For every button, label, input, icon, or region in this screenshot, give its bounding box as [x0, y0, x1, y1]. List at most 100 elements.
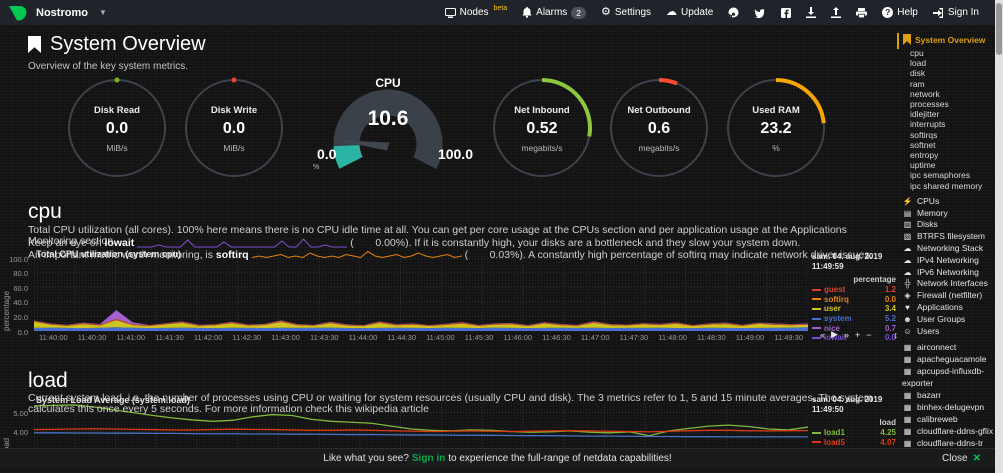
pan-right-icon[interactable]: » [844, 330, 849, 340]
sidebar-item-network-interfaces[interactable]: ╬Network Interfaces [897, 278, 994, 290]
legend-row-load1[interactable]: load14.25 [812, 428, 896, 438]
xtick-label: 11:47:00 [576, 333, 615, 342]
gauge-value: 0.0 [182, 120, 286, 138]
zoom-out-icon[interactable]: − [866, 330, 871, 340]
download-icon [806, 7, 816, 18]
sidebar-item-label: Memory [917, 208, 948, 220]
sidebar-item-ipv6-networking[interactable]: ☁IPv6 Networking [897, 267, 994, 279]
gauge-used-ram[interactable]: Used RAM 23.2 % [724, 76, 828, 180]
gauge-unit: % [724, 143, 828, 153]
update-button[interactable]: ☁ Update [666, 7, 713, 18]
sidebar-item-applications[interactable]: ♥Applications [897, 302, 994, 314]
sidebar-item-processes[interactable]: processes [897, 99, 994, 109]
legend-row-user[interactable]: user3.4 [812, 304, 896, 314]
legend-series-value: 0.0 [885, 295, 896, 304]
sidebar-item-idlejitter[interactable]: idlejitter [897, 109, 994, 119]
nodes-button[interactable]: Nodesbeta [445, 7, 508, 18]
sidebar-item-uptime[interactable]: uptime [897, 160, 994, 170]
sidebar-item-binhex-delugevpn[interactable]: ▦binhex-delugevpn [897, 402, 994, 414]
sidebar-item-label: Network Interfaces [917, 278, 988, 290]
cpu-chart-plot[interactable] [34, 258, 808, 331]
legend-row-load5[interactable]: load54.07 [812, 438, 896, 448]
section-heading-cpu: cpu [28, 200, 62, 224]
gauge-cpu[interactable]: CPU 10.6 0.0 100.0 % [299, 76, 477, 180]
sidebar-item-apacheguacamole[interactable]: ▦apacheguacamole [897, 354, 994, 366]
sidebar-item-system-overview[interactable]: System Overview [897, 28, 994, 48]
legend-row-guest[interactable]: guest1.2 [812, 285, 896, 295]
gauge-disk-read[interactable]: Disk Read 0.0 MiB/s [65, 76, 169, 180]
zoom-in-icon[interactable]: + [855, 330, 860, 340]
help-button[interactable]: ? Help [882, 7, 918, 18]
export-button[interactable] [831, 7, 841, 18]
sidebar-item-entropy[interactable]: entropy [897, 150, 994, 160]
gauge-value: 0.52 [490, 120, 594, 138]
gauge-disk-write[interactable]: Disk Write 0.0 MiB/s [182, 76, 286, 180]
sidebar-item-ram[interactable]: ram [897, 79, 994, 89]
legend-swatch [812, 318, 821, 320]
legend-row-system[interactable]: system5.2 [812, 314, 896, 324]
sidebar-item-airconnect[interactable]: ▦airconnect [897, 342, 994, 354]
grid-icon: ▦ [902, 402, 913, 414]
settings-label: Settings [615, 7, 651, 18]
sidebar-item-apcupsd-influxdb-exporter[interactable]: ▦apcupsd-influxdb-exporter [897, 366, 994, 390]
legend-series-name: user [824, 304, 841, 313]
sidebar-item-disks[interactable]: ▥Disks [897, 219, 994, 231]
softirq-sparkline-chart[interactable] [252, 249, 462, 260]
sidebar-item-load[interactable]: load [897, 58, 994, 68]
sidebar-item-users[interactable]: ☺Users [897, 326, 994, 338]
sidebar-item-ipv4-networking[interactable]: ☁IPv4 Networking [897, 255, 994, 267]
sidebar-item-disk[interactable]: disk [897, 68, 994, 78]
sidebar-item-cpu[interactable]: cpu [897, 48, 994, 58]
sidebar-item-firewall-netfilter-[interactable]: ◈Firewall (netfilter) [897, 290, 994, 302]
sidebar-item-btrfs-filesystem[interactable]: ▧BTRFS filesystem [897, 231, 994, 243]
sidebar-item-interrupts[interactable]: interrupts [897, 119, 994, 129]
legend-swatch [812, 289, 821, 291]
page-scrollbar[interactable] [995, 0, 1003, 473]
ytick-label: 4.00 [13, 428, 28, 437]
sidebar-item-label: Disks [917, 219, 938, 231]
legend-date: sam. 04. aug. 2019 [812, 252, 896, 262]
github-button[interactable] [728, 7, 739, 18]
sidebar-item-calibreweb[interactable]: ▦calibreweb [897, 414, 994, 426]
sidebar-item-user-groups[interactable]: ☻User Groups [897, 314, 994, 326]
signin-link[interactable]: Sign in [412, 453, 445, 464]
user-icon: ☺ [902, 326, 913, 338]
signin-label: Sign In [948, 7, 979, 18]
nodes-label: Nodes [460, 7, 489, 18]
iowait-sparkline-chart[interactable] [137, 237, 347, 248]
settings-button[interactable]: ⚙ Settings [601, 7, 651, 18]
bell-icon [522, 7, 532, 18]
gauge-value: 0.0 [65, 120, 169, 138]
scrollbar-thumb[interactable] [996, 3, 1002, 55]
legend-row-softirq[interactable]: softirq0.0 [812, 295, 896, 305]
sidebar-item-network[interactable]: network [897, 89, 994, 99]
twitter-icon [754, 8, 766, 18]
signin-banner: Like what you see? Sign in to experience… [0, 448, 995, 468]
xtick-label: 11:45:30 [460, 333, 499, 342]
xtick-label: 11:46:30 [537, 333, 576, 342]
banner-close-button[interactable]: Close ✕ [942, 453, 981, 464]
import-button[interactable] [806, 7, 816, 18]
pan-left-icon[interactable]: « [820, 330, 825, 340]
signin-button[interactable]: Sign In [933, 7, 979, 18]
facebook-button[interactable] [781, 8, 791, 18]
gauge-net-outbound[interactable]: Net Outbound 0.6 megabits/s [607, 76, 711, 180]
sidebar-item-bazarr[interactable]: ▦bazarr [897, 390, 994, 402]
sidebar-item-networking-stack[interactable]: ☁Networking Stack [897, 243, 994, 255]
gauge-unit: megabits/s [490, 143, 594, 153]
netdata-brand[interactable]: Nostromo ▼ [0, 5, 107, 21]
sidebar-item-ipc-semaphores[interactable]: ipc semaphores [897, 170, 994, 180]
alarms-button[interactable]: Alarms 2 [522, 7, 586, 19]
sidebar-item-memory[interactable]: ▤Memory [897, 208, 994, 220]
sidebar-item-softnet[interactable]: softnet [897, 140, 994, 150]
sidebar-item-softirqs[interactable]: softirqs [897, 130, 994, 140]
print-button[interactable] [856, 8, 867, 18]
twitter-button[interactable] [754, 8, 766, 18]
sidebar-item-ipc-shared-memory[interactable]: ipc shared memory [897, 181, 994, 191]
cpu-chart-xticks: 11:40:0011:40:3011:41:0011:41:3011:42:00… [34, 333, 808, 342]
sidebar-item-cpus[interactable]: ⚡CPUs [897, 196, 994, 208]
play-icon[interactable]: ▶ [831, 329, 838, 340]
gauge-net-inbound[interactable]: Net Inbound 0.52 megabits/s [490, 76, 594, 180]
sidebar-item-cloudflare-ddns-gflix[interactable]: ▦cloudflare-ddns-gflix [897, 426, 994, 438]
gauge-title: Used RAM [724, 105, 828, 116]
